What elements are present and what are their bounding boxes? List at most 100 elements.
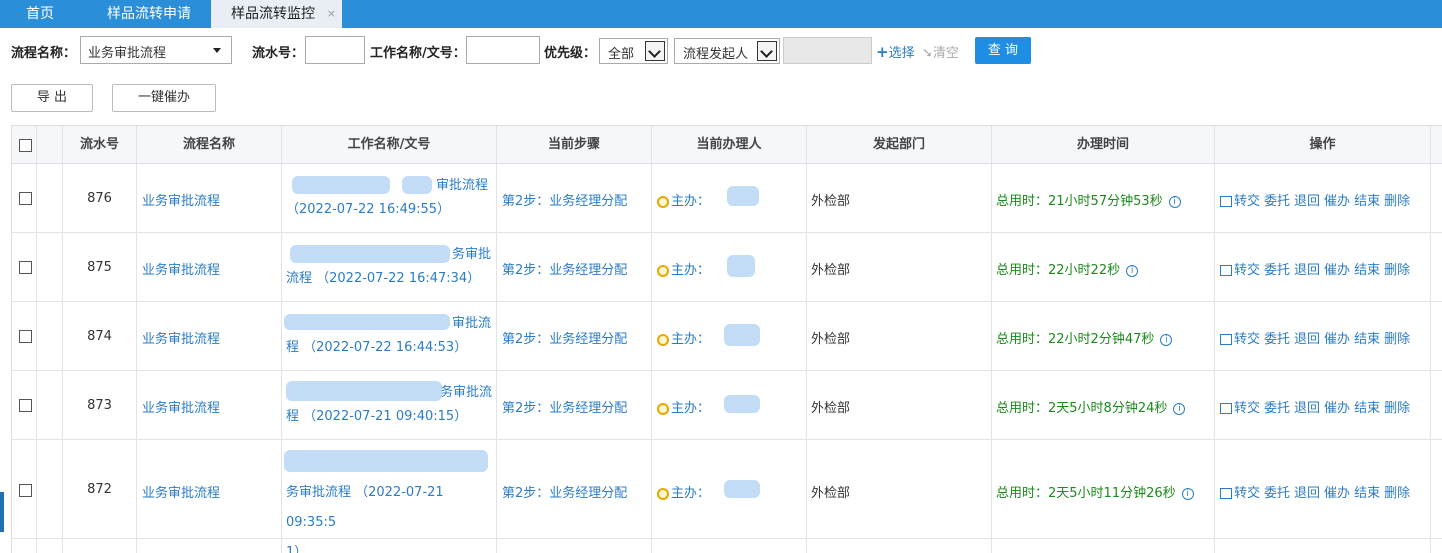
info-icon[interactable]: i	[1160, 333, 1173, 346]
urge-all-button[interactable]: 一键催办	[112, 84, 216, 112]
header-dept[interactable]: 发起部门	[807, 126, 992, 163]
op-delete[interactable]: 删除	[1384, 194, 1410, 209]
header-time[interactable]: 办理时间	[992, 126, 1215, 163]
op-delegate[interactable]: 委托	[1264, 401, 1290, 416]
side-handle[interactable]	[0, 492, 4, 532]
chevron-down-icon[interactable]	[645, 41, 665, 61]
row-work-name[interactable]: 务审批流程 （2022-07-21 09:35:5 1）	[282, 440, 497, 553]
row-work-name[interactable]: 务审批 流程 （2022-07-22 16:47:34）	[282, 233, 497, 301]
op-transfer[interactable]: 转交	[1234, 486, 1260, 501]
row-blank-cell	[37, 539, 63, 553]
op-transfer[interactable]: 转交	[1234, 401, 1260, 416]
row-work-name[interactable]: 审批流程 （2022-07-22 16:49:55）	[282, 164, 497, 232]
initiator-input[interactable]	[783, 37, 872, 64]
mail-icon	[657, 264, 669, 277]
op-urge[interactable]: 催办	[1324, 332, 1350, 347]
op-delegate[interactable]: 委托	[1264, 194, 1290, 209]
serial-label: 流水号：	[252, 46, 305, 61]
export-button[interactable]: 导 出	[11, 84, 93, 112]
clear-button[interactable]: ➘清空	[922, 42, 959, 61]
op-transfer[interactable]: 转交	[1234, 263, 1260, 278]
work-name-input[interactable]	[466, 36, 540, 64]
tab-label: 样品流转监控	[231, 6, 315, 22]
tab-sample-transfer-apply[interactable]: 样品流转申请	[93, 0, 205, 28]
op-return[interactable]: 退回	[1294, 194, 1320, 209]
row-time: 总用时：2天5小时11分钟26秒 i	[992, 440, 1215, 538]
row-handler: 主办：	[652, 302, 807, 370]
row-checkbox[interactable]	[19, 330, 32, 343]
row-flow-name[interactable]: 业务审批流程	[137, 233, 282, 301]
header-serial[interactable]: 流水号	[63, 126, 137, 163]
op-end[interactable]: 结束	[1354, 332, 1380, 347]
chevron-down-icon[interactable]	[213, 48, 221, 53]
row-checkbox[interactable]	[19, 261, 32, 274]
op-delete[interactable]: 删除	[1384, 332, 1410, 347]
op-delegate[interactable]: 委托	[1264, 486, 1290, 501]
row-checkbox[interactable]	[19, 484, 32, 497]
header-flow-name[interactable]: 流程名称	[137, 126, 282, 163]
op-return[interactable]: 退回	[1294, 332, 1320, 347]
row-flow-name[interactable]: 业务审批流程	[137, 164, 282, 232]
header-blank-cell	[37, 126, 63, 163]
row-time: 总用时：2天5小时8分钟24秒 i	[992, 371, 1215, 439]
op-delegate[interactable]: 委托	[1264, 332, 1290, 347]
op-end[interactable]: 结束	[1354, 263, 1380, 278]
op-urge[interactable]: 催办	[1324, 401, 1350, 416]
row-checkbox[interactable]	[19, 399, 32, 412]
row-dept: 外检部	[807, 302, 992, 370]
clear-label: 清空	[932, 46, 959, 61]
work-name-label: 工作名称/文号：	[370, 46, 466, 61]
op-urge[interactable]: 催办	[1324, 263, 1350, 278]
op-delete[interactable]: 删除	[1384, 263, 1410, 278]
clear-icon: ➘	[922, 46, 933, 61]
select-all-checkbox[interactable]	[19, 139, 32, 152]
row-time	[992, 539, 1215, 553]
mail-icon	[657, 402, 669, 415]
table-row: 873 业务审批流程 务审批流 程 （2022-07-21 09:40:15） …	[12, 371, 1442, 440]
op-delete[interactable]: 删除	[1384, 486, 1410, 501]
row-serial: 876	[63, 164, 137, 232]
tab-sample-transfer-monitor[interactable]: 样品流转监控 ×	[211, 0, 342, 28]
query-button[interactable]: 查 询	[975, 37, 1031, 64]
row-flow-name[interactable]: 业务审批流程	[137, 371, 282, 439]
info-icon[interactable]: i	[1181, 487, 1194, 500]
op-urge[interactable]: 催办	[1324, 486, 1350, 501]
op-transfer[interactable]: 转交	[1234, 194, 1260, 209]
row-flow-name[interactable]: 业务审批流程	[137, 440, 282, 538]
row-flow-name[interactable]: 业务审批流程	[137, 302, 282, 370]
handler-label: 主办：	[671, 486, 711, 501]
op-delegate[interactable]: 委托	[1264, 263, 1290, 278]
row-time: 总用时：21小时57分钟53秒 i	[992, 164, 1215, 232]
op-return[interactable]: 退回	[1294, 486, 1320, 501]
op-return[interactable]: 退回	[1294, 401, 1320, 416]
op-transfer[interactable]: 转交	[1234, 332, 1260, 347]
serial-input[interactable]	[305, 36, 365, 64]
op-delete[interactable]: 删除	[1384, 401, 1410, 416]
op-return[interactable]: 退回	[1294, 263, 1320, 278]
select-button[interactable]: +选择	[876, 42, 915, 61]
header-current-step[interactable]: 当前步骤	[497, 126, 652, 163]
chevron-down-icon[interactable]	[757, 41, 777, 61]
op-urge[interactable]: 催办	[1324, 194, 1350, 209]
transfer-icon	[1220, 334, 1232, 345]
mail-icon	[657, 195, 669, 208]
row-work-name[interactable]: 审批流 程 （2022-07-22 16:44:53）	[282, 302, 497, 370]
initiator-select[interactable]: 流程发起人	[674, 38, 780, 64]
priority-select[interactable]: 全部	[599, 38, 668, 64]
header-current-handler[interactable]: 当前办理人	[652, 126, 807, 163]
tab-home[interactable]: 首页	[12, 0, 68, 28]
info-icon[interactable]: i	[1126, 264, 1139, 277]
info-icon[interactable]: i	[1168, 195, 1181, 208]
op-end[interactable]: 结束	[1354, 401, 1380, 416]
row-work-name[interactable]: 务审批流 程 （2022-07-21 09:40:15）	[282, 371, 497, 439]
row-blank-cell	[37, 302, 63, 370]
info-icon[interactable]: i	[1173, 402, 1186, 415]
op-end[interactable]: 结束	[1354, 194, 1380, 209]
row-work-name	[282, 539, 497, 553]
flow-name-combo[interactable]: 业务审批流程	[80, 36, 232, 64]
header-work-name[interactable]: 工作名称/文号	[282, 126, 497, 163]
op-end[interactable]: 结束	[1354, 486, 1380, 501]
flow-name-label: 流程名称：	[11, 46, 77, 61]
close-icon[interactable]: ×	[327, 0, 336, 28]
row-checkbox[interactable]	[19, 192, 32, 205]
